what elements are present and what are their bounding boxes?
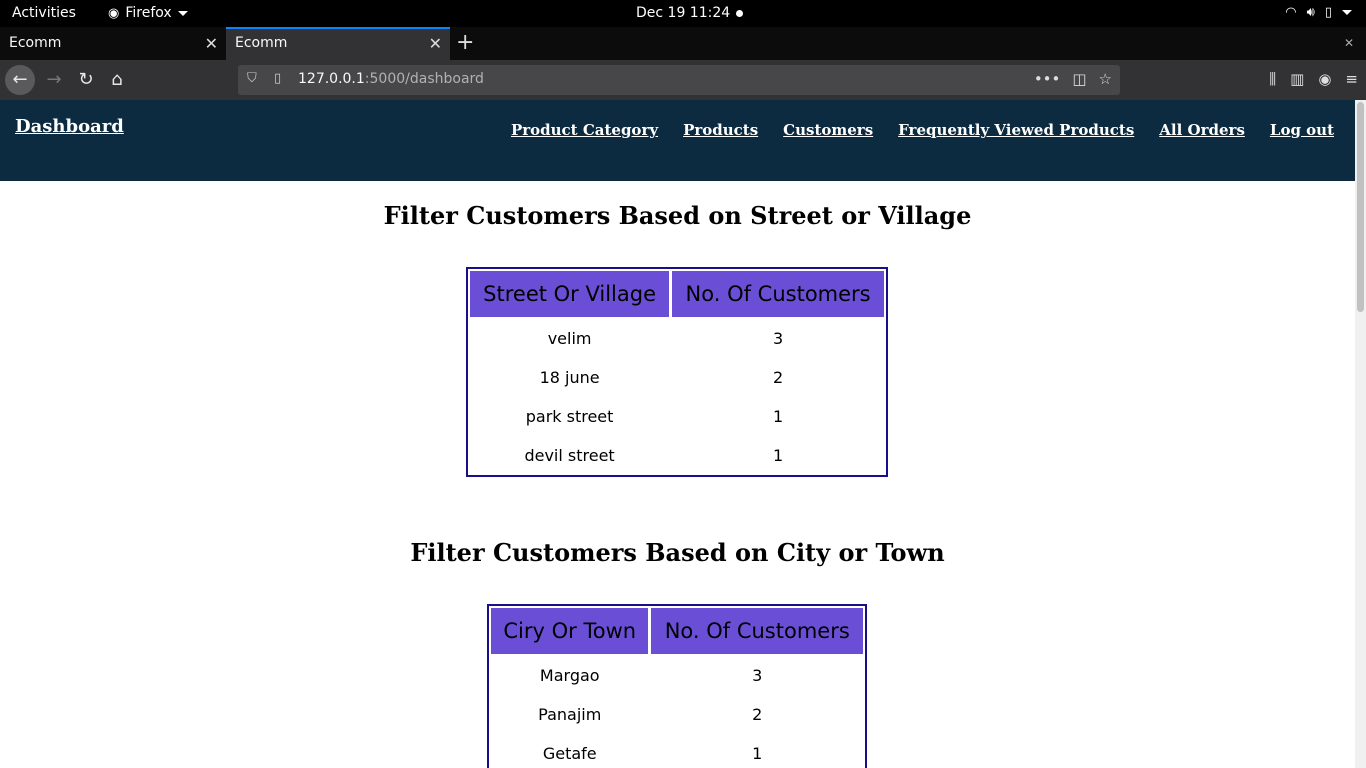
table-header-row: Ciry Or Town No. Of Customers [490,607,864,655]
city-section-heading: Filter Customers Based on City or Town [410,538,945,567]
table-row: 18 june 2 [469,358,885,396]
url-text[interactable]: 127.0.0.1:5000/dashboard [298,71,484,87]
page-actions-icon[interactable]: ••• [1034,70,1061,88]
chevron-down-icon [177,10,188,16]
volume-icon: 🔊︎ [1306,5,1315,20]
table-cell: Getafe [542,743,597,763]
nav-frequently-viewed-products[interactable]: Frequently Viewed Products [898,121,1134,139]
table-cell: velim [547,328,592,348]
new-tab-icon[interactable]: + [456,30,474,55]
table-row: Getafe 1 [490,734,864,768]
table-cell: 1 [752,743,763,763]
sidebar-icon[interactable]: ▥ [1290,70,1304,88]
url-actions: ••• ◫ ☆ [1034,70,1112,88]
site-nav: Product Category Products Customers Freq… [511,121,1334,139]
app-menu[interactable]: ◉ Firefox [108,5,188,21]
browser-tab-active[interactable]: Ecomm ✕ [226,27,450,60]
table-cell: 3 [772,328,784,348]
url-host: 127.0.0.1 [298,71,365,87]
nav-all-orders[interactable]: All Orders [1159,121,1245,139]
table-cell: devil street [524,445,615,465]
close-window-icon[interactable]: ✕ [1344,36,1354,50]
reload-icon[interactable]: ↻ [72,66,100,94]
close-tab-icon[interactable]: ✕ [205,34,218,53]
url-bar[interactable]: ⛉ ▯ 127.0.0.1:5000/dashboard ••• ◫ ☆ [238,65,1120,95]
street-table: Street Or Village No. Of Customers velim… [466,267,888,477]
nav-log-out[interactable]: Log out [1270,121,1334,139]
table-cell: 18 june [539,367,600,387]
bookmark-star-icon[interactable]: ☆ [1099,70,1112,88]
wifi-icon: ◠ [1285,5,1297,20]
tracking-shield-icon[interactable]: ⛉ [247,71,257,86]
app-menu-label: Firefox [125,5,172,21]
table-cell: 1 [772,445,784,465]
notification-dot-icon [736,9,744,17]
nav-product-category[interactable]: Product Category [511,121,658,139]
menu-icon[interactable]: ≡ [1345,70,1358,88]
street-section-heading: Filter Customers Based on Street or Vill… [383,201,972,230]
table-cell: 1 [772,406,784,426]
nav-customers[interactable]: Customers [783,121,873,139]
column-header: No. Of Customers [671,270,885,318]
site-header: Dashboard Product Category Products Cust… [0,100,1355,181]
table-row: Margao 3 [490,656,864,694]
page-scrollbar[interactable] [1355,100,1366,768]
table-cell: 2 [772,367,784,387]
browser-tab[interactable]: Ecomm ✕ [0,27,226,60]
clock-label: Dec 19 11:24 [636,5,731,21]
dashboard-link[interactable]: Dashboard [15,116,124,137]
toolbar-right: ⫼ ▥ ◉ ≡ [1269,70,1358,88]
home-icon[interactable]: ⌂ [103,66,131,94]
back-icon[interactable]: ← [5,65,35,95]
tab-title: Ecomm [235,35,288,51]
table-cell: 3 [752,665,763,685]
table-cell: 2 [752,704,763,724]
battery-icon: ▯ [1324,5,1332,20]
city-table: Ciry Or Town No. Of Customers Margao 3 P… [487,604,867,768]
main-content: Filter Customers Based on Street or Vill… [0,181,1355,768]
table-row: velim 3 [469,319,885,357]
page-info-icon[interactable]: ▯ [274,71,281,86]
close-tab-icon[interactable]: ✕ [429,34,442,53]
tab-strip: Ecomm ✕ Ecomm ✕ + ✕ [0,27,1366,60]
chevron-down-icon [1342,10,1352,15]
tab-title: Ecomm [9,35,62,51]
table-cell: park street [525,406,614,426]
nav-products[interactable]: Products [683,121,758,139]
scrollbar-thumb[interactable] [1357,102,1364,312]
column-header: No. Of Customers [650,607,864,655]
firefox-icon: ◉ [108,5,120,21]
system-tray[interactable]: ◠ 🔊︎ ▯ [1285,5,1352,20]
forward-icon[interactable]: → [40,66,68,94]
table-cell: Margao [539,665,600,685]
table-row: devil street 1 [469,436,885,474]
account-icon[interactable]: ◉ [1318,70,1331,88]
table-header-row: Street Or Village No. Of Customers [469,270,885,318]
table-row: Panajim 2 [490,695,864,733]
url-path: :5000/dashboard [364,71,484,87]
pocket-icon[interactable]: ◫ [1072,70,1086,88]
system-top-bar: Activities ◉ Firefox Dec 19 11:24 ◠ 🔊︎ ▯ [0,0,1366,27]
table-cell: Panajim [538,704,602,724]
navigation-toolbar: ← → ↻ ⌂ ⛉ ▯ 127.0.0.1:5000/dashboard •••… [0,60,1366,100]
activities-button[interactable]: Activities [12,5,76,21]
clock[interactable]: Dec 19 11:24 [636,5,744,21]
library-icon[interactable]: ⫼ [1269,70,1276,88]
column-header: Ciry Or Town [490,607,650,655]
column-header: Street Or Village [469,270,671,318]
table-row: park street 1 [469,397,885,435]
